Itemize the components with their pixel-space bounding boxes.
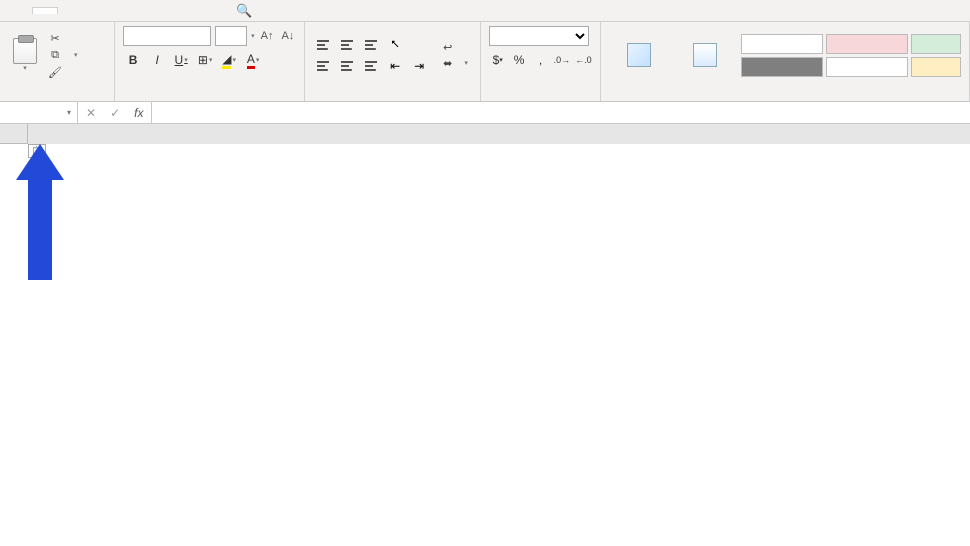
- copy-button[interactable]: ⧉▾: [48, 48, 78, 62]
- italic-button[interactable]: I: [147, 50, 167, 70]
- wrap-text-button[interactable]: ↩: [443, 41, 468, 54]
- tab-data[interactable]: [130, 8, 154, 14]
- annotation-arrow: [28, 144, 64, 280]
- style-normal[interactable]: [741, 34, 823, 54]
- number-format-select[interactable]: [489, 26, 589, 46]
- formula-bar: ▾ ✕ ✓ fx: [0, 102, 970, 124]
- comma-button[interactable]: ,: [532, 50, 549, 70]
- style-bad[interactable]: [826, 34, 908, 54]
- align-center-button[interactable]: [337, 57, 357, 75]
- cancel-formula-icon[interactable]: ✕: [86, 106, 96, 120]
- insert-function-button[interactable]: fx: [134, 106, 143, 120]
- clipboard-group-label: [8, 85, 106, 99]
- paste-icon: [13, 38, 37, 64]
- align-right-button[interactable]: [361, 57, 381, 75]
- increase-indent-button[interactable]: ⇥: [409, 57, 429, 75]
- number-group-label: [489, 85, 592, 99]
- paste-button[interactable]: ▾: [8, 38, 42, 72]
- style-explanatory[interactable]: [826, 57, 908, 77]
- style-input[interactable]: [911, 57, 961, 77]
- tab-help[interactable]: [202, 8, 226, 14]
- underline-button[interactable]: U: [171, 50, 191, 70]
- ribbon-tabs: 🔍: [0, 0, 970, 22]
- increase-font-button[interactable]: A↑: [259, 30, 276, 42]
- bold-button[interactable]: B: [123, 50, 143, 70]
- alignment-group-label: [313, 85, 472, 99]
- fill-color-button[interactable]: ◢: [219, 50, 239, 70]
- search-box[interactable]: 🔍: [236, 3, 258, 19]
- name-box-dropdown-icon: ▾: [67, 108, 71, 117]
- currency-button[interactable]: $▾: [489, 50, 506, 70]
- spreadsheet: 📋: [0, 124, 970, 144]
- group-number: $▾ % , .0→ ←.0: [481, 22, 601, 101]
- decrease-indent-button[interactable]: ⇤: [385, 57, 405, 75]
- select-all-corner[interactable]: [0, 124, 28, 144]
- bucket-icon: ◢: [222, 52, 231, 69]
- paste-options-button[interactable]: 📋: [28, 144, 46, 158]
- cut-button[interactable]: ✂: [48, 31, 78, 45]
- orientation-button[interactable]: ⭦: [385, 36, 405, 54]
- tab-file[interactable]: [8, 8, 32, 14]
- conditional-formatting-button[interactable]: [609, 43, 669, 67]
- styles-group-label: [609, 85, 961, 99]
- style-good[interactable]: [911, 34, 961, 54]
- ribbon: ▾ ✂ ⧉▾ 🖌 ▾ A↑ A↓ B I U ⊞ ◢: [0, 22, 970, 102]
- font-color-button[interactable]: A: [243, 50, 263, 70]
- decrease-decimal-button[interactable]: ←.0: [575, 50, 592, 70]
- name-box[interactable]: ▾: [0, 102, 78, 123]
- conditional-formatting-icon: [627, 43, 651, 67]
- paintbrush-icon: 🖌: [48, 65, 62, 79]
- merge-icon: ⬌: [443, 57, 452, 70]
- tab-home[interactable]: [32, 7, 58, 14]
- align-left-button[interactable]: [313, 57, 333, 75]
- align-top-button[interactable]: [313, 36, 333, 54]
- group-alignment: ⭦ ⇤ ⇥ ↩ ⬌▾: [305, 22, 481, 101]
- percent-button[interactable]: %: [510, 50, 527, 70]
- decrease-font-button[interactable]: A↓: [279, 30, 296, 42]
- tab-insert[interactable]: [58, 8, 82, 14]
- wrap-icon: ↩: [443, 41, 452, 54]
- tab-page-layout[interactable]: [82, 8, 106, 14]
- style-check-cell[interactable]: [741, 57, 823, 77]
- font-group-label: [123, 85, 296, 99]
- borders-button[interactable]: ⊞: [195, 50, 215, 70]
- accept-formula-icon[interactable]: ✓: [110, 106, 120, 120]
- search-icon: 🔍: [236, 3, 252, 19]
- tab-view[interactable]: [178, 8, 202, 14]
- cell-styles-gallery: [741, 34, 961, 77]
- align-bottom-button[interactable]: [361, 36, 381, 54]
- format-painter-button[interactable]: 🖌: [48, 65, 78, 79]
- group-styles: [601, 22, 970, 101]
- format-as-table-button[interactable]: [675, 43, 735, 67]
- font-color-icon: A: [247, 52, 255, 69]
- group-clipboard: ▾ ✂ ⧉▾ 🖌: [0, 22, 115, 101]
- increase-decimal-button[interactable]: .0→: [553, 50, 570, 70]
- font-name-select[interactable]: [123, 26, 211, 46]
- align-middle-button[interactable]: [337, 36, 357, 54]
- tab-review[interactable]: [154, 8, 178, 14]
- font-size-select[interactable]: [215, 26, 247, 46]
- column-headers: [0, 124, 970, 144]
- group-font: ▾ A↑ A↓ B I U ⊞ ◢ A: [115, 22, 305, 101]
- copy-icon: ⧉: [48, 48, 62, 62]
- merge-center-button[interactable]: ⬌▾: [443, 57, 468, 70]
- scissors-icon: ✂: [48, 31, 62, 45]
- format-as-table-icon: [693, 43, 717, 67]
- tab-formulas[interactable]: [106, 8, 130, 14]
